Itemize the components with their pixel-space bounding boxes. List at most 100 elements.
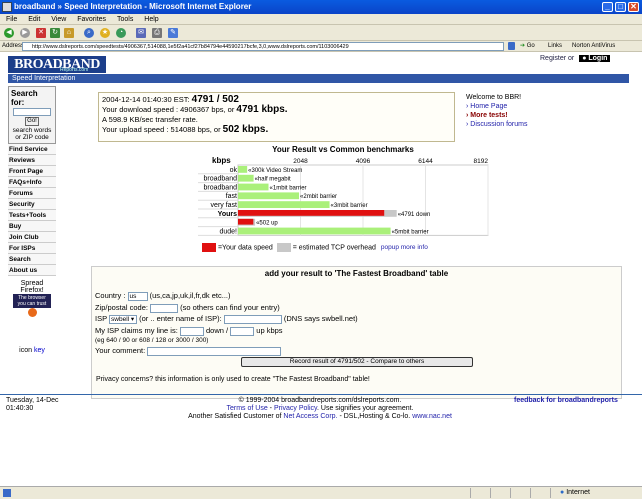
status-divider [530,488,531,498]
register-link[interactable]: Register or [540,55,574,62]
nac-link[interactable]: www.nac.net [412,413,452,420]
menu-file[interactable]: File [6,16,17,23]
home-page-link[interactable]: › Home Page [466,102,527,111]
home-icon[interactable]: ⌂ [64,28,74,38]
menu-help[interactable]: Help [144,16,158,23]
country-row: Country : us (us,ca,jp,uk,il,fr,dk etc..… [95,291,230,301]
status-divider [470,488,471,498]
menu-edit[interactable]: Edit [28,16,40,23]
back-icon[interactable]: ◀ [4,28,14,38]
search-icon[interactable]: ⌕ [84,28,94,38]
firefox-line1: Spread [20,280,44,287]
menu-tools[interactable]: Tools [117,16,133,23]
forums-label: Discussion forums [470,121,528,128]
firefox-logo-icon[interactable] [27,308,37,317]
claim-label: My ISP claims my line is: [95,326,178,335]
status-divider [510,488,511,498]
icon-key-link[interactable]: key [34,347,45,354]
sidebar-item-buy[interactable]: Buy [8,221,56,232]
isp-label: ISP [95,314,107,323]
firefox-promo: Spread Firefox! The browser you can trus… [8,280,56,317]
zip-help: (so others can find your entry) [180,303,280,312]
firefox-badge[interactable]: The browser you can trust [13,294,51,308]
history-icon[interactable]: ◔ [116,28,126,38]
privacy-note: Privacy concerns? this information is on… [96,376,370,383]
claim-row: My ISP claims my line is: down / up kbps [95,326,283,336]
feedback-link[interactable]: feedback for broadbandreports [514,397,618,404]
claim-down-input[interactable] [179,326,204,336]
refresh-icon[interactable]: ↻ [50,28,60,38]
menu-favorites[interactable]: Favorites [77,16,106,23]
popup-info-link[interactable]: popup more info [381,244,428,251]
zip-input[interactable] [150,303,179,313]
search-box: Search for: Go! search words or ZIP code [8,86,56,144]
upload-text: Your upload speed : 514088 bps, or [102,125,221,134]
bar-annotation: «4791 down [398,212,431,218]
print-icon[interactable]: ⎙ [152,28,162,38]
more-tests-link[interactable]: › More tests! [466,111,527,120]
sidebar-item-search[interactable]: Search [8,254,56,265]
bar-annotation: «3mbit barrier [331,203,368,209]
row-label: fast [226,193,237,200]
mail-icon[interactable]: ✉ [136,28,146,38]
benchmark-chart: kbps 2048 4096 6144 8192 ok «300k Video Stream… [198,156,489,236]
links-button[interactable]: Links [548,41,562,52]
sidebar-item-reviews[interactable]: Reviews [8,155,56,166]
comment-input[interactable] [147,346,282,356]
more-tests-label: More tests! [470,112,508,119]
favorites-icon[interactable]: ★ [100,28,110,38]
sidebar-item-for-isps[interactable]: For ISPs [8,243,56,254]
search-input[interactable] [13,108,51,116]
go-button[interactable]: ➔ Go [520,41,535,52]
sidebar-item-about-us[interactable]: About us [8,265,56,276]
norton-button[interactable]: Norton AntiVirus [572,41,615,52]
benchmark-bar [238,227,391,235]
status-divider [550,488,551,498]
legend-overhead-swatch [276,243,291,252]
minimize-button[interactable]: _ [602,2,613,12]
close-button[interactable]: ✕ [628,2,639,12]
row-label: broadband [204,176,238,183]
country-input[interactable]: us [127,291,148,301]
logo-subtitle: Reports.com [60,67,89,73]
sidebar-item-security[interactable]: Security [8,199,56,210]
netaccess-link[interactable]: Net Access Corp. [283,413,337,420]
sidebar-item-front-page[interactable]: Front Page [8,166,56,177]
claim-up-input[interactable] [230,326,255,336]
globe-icon: ● [560,489,565,496]
site-logo[interactable]: BROADBAND [8,56,106,73]
record-result-button[interactable]: Record result of 4791/502 - Compare to o… [241,357,473,367]
sidebar: Search for: Go! search words or ZIP code… [8,86,56,354]
maximize-button[interactable]: □ [615,2,626,12]
country-help: (us,ca,jp,uk,il,fr,dk etc...) [149,291,231,300]
sidebar-item-join-club[interactable]: Join Club [8,232,56,243]
edit-icon[interactable]: ✎ [168,28,178,38]
x-axis-label: kbps [212,156,231,165]
privacy-link[interactable]: Privacy Policy [274,405,317,412]
search-go-button[interactable]: Go! [25,117,39,126]
stop-icon[interactable]: ✕ [36,28,46,38]
sidebar-item-forums[interactable]: Forums [8,188,56,199]
sidebar-item-find-service[interactable]: Find Service [8,144,56,155]
country-label: Country : [95,291,126,300]
welcome-box: Welcome to BBR! › Home Page › More tests… [466,93,527,129]
sidebar-item-faqs-info[interactable]: FAQs+Info [8,177,56,188]
toolbar: ◀ ▶ ✕ ↻ ⌂ ⌕ ★ ◔ ✉ ⎙ ✎ [0,25,642,41]
address-label: Address [2,43,25,49]
address-input[interactable]: http://www.dslreports.com/speedtests/490… [22,42,504,51]
isp-or: (or .. enter name of ISP): [139,314,222,323]
menu-view[interactable]: View [51,16,66,23]
menu-bar: File Edit View Favorites Tools Help [0,14,642,25]
sidebar-item-tests-tools[interactable]: Tests+Tools [8,210,56,221]
footer-date: Tuesday, 14-Dec [6,397,59,404]
claim-up-label: up kbps [256,326,283,335]
forward-icon[interactable]: ▶ [20,28,30,38]
address-url: http://www.dslreports.com/speedtests/490… [32,44,349,50]
address-dropdown-icon[interactable] [508,42,515,50]
forums-link[interactable]: › Discussion forums [466,120,527,129]
ie-icon [2,2,12,12]
isp-select[interactable]: swbell ▾ [109,314,138,324]
isp-name-input[interactable] [223,314,282,324]
login-button[interactable]: ● Login [579,55,611,62]
terms-link[interactable]: Terms of Use [226,405,267,412]
